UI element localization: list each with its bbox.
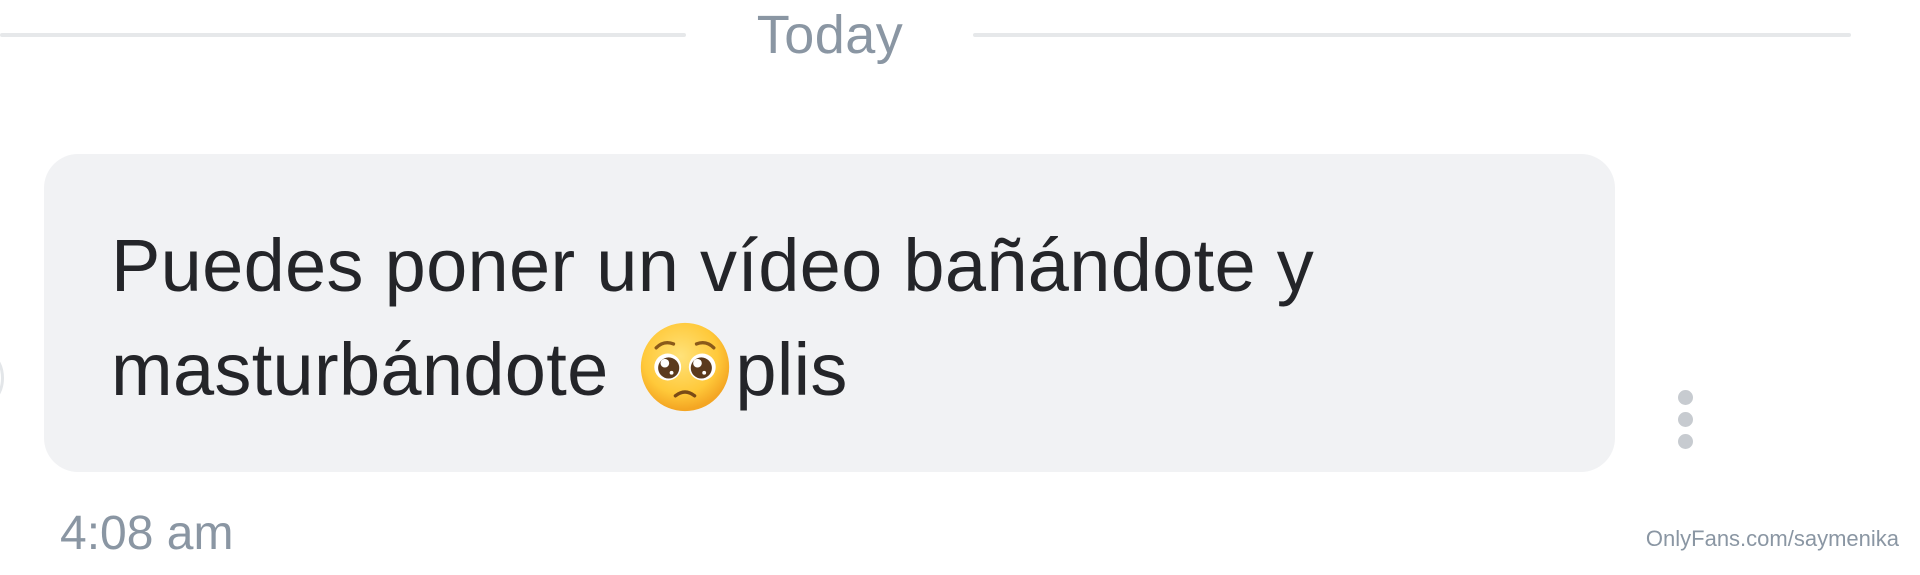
- message-more-button[interactable]: [1668, 390, 1702, 452]
- message-timestamp: 4:08 am: [60, 507, 234, 560]
- date-divider-line-right: [973, 33, 1851, 37]
- message-text: Puedes poner un vídeo bañándote y mastur…: [111, 214, 1591, 422]
- avatar-edge: [0, 356, 4, 400]
- message-line-1: Puedes poner un vídeo bañándote y: [111, 224, 1315, 307]
- message-line-2-start: masturbándote: [111, 328, 630, 411]
- message-line-2-end: plis: [735, 328, 848, 411]
- vertical-ellipsis-dot: [1678, 434, 1693, 449]
- date-divider-label: Today: [756, 5, 904, 65]
- date-divider-line-left: [0, 33, 686, 37]
- vertical-ellipsis-icon: [1678, 390, 1693, 405]
- watermark: OnlyFans.com/saymenika: [1645, 526, 1899, 551]
- vertical-ellipsis-dot: [1678, 412, 1693, 427]
- chat-view: Today Puedes poner un vídeo bañándote y …: [0, 0, 1920, 575]
- pleading-face-emoji-icon: [641, 322, 730, 412]
